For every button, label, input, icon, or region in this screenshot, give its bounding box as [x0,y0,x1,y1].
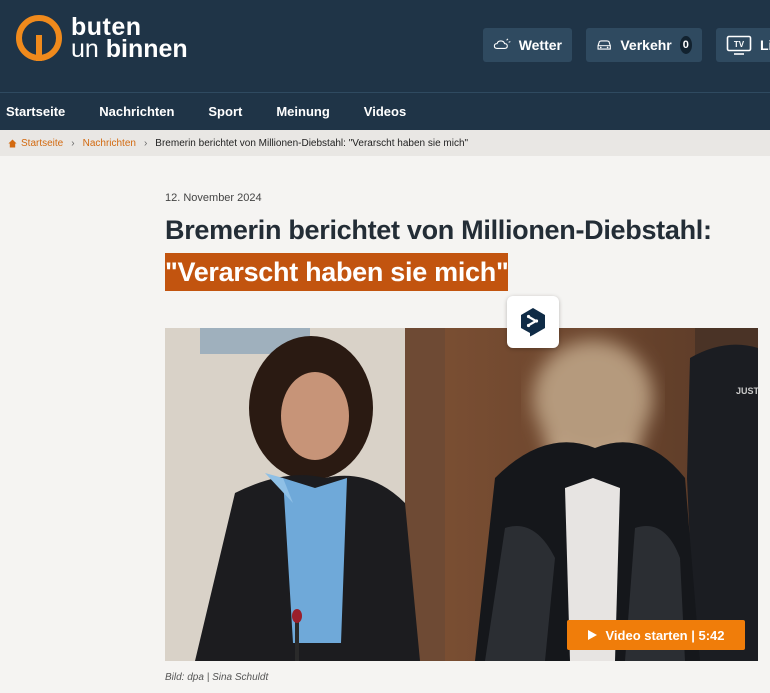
logo-line2: un binnen [71,35,188,63]
weather-button[interactable]: Wetter [483,28,572,62]
traffic-count-badge: 0 [679,36,692,54]
chevron-right-icon: › [143,137,148,149]
play-icon [587,630,597,640]
traffic-button[interactable]: Verkehr 0 [586,28,702,62]
home-icon[interactable] [8,138,17,148]
live-label: Li [760,37,770,53]
live-button[interactable]: TV Li [716,28,770,62]
breadcrumb-nachrichten[interactable]: Nachrichten [83,138,136,149]
breadcrumb-startseite[interactable]: Startseite [21,138,63,149]
nav-item-startseite[interactable]: Startseite [6,104,65,119]
video-start-label: Video starten | 5:42 [605,627,725,643]
nav-item-meinung[interactable]: Meinung [276,104,329,119]
weather-label: Wetter [518,37,562,53]
traffic-label: Verkehr [620,37,672,53]
breadcrumb-current: Bremerin berichtet von Millionen-Diebsta… [155,137,469,149]
nav-item-nachrichten[interactable]: Nachrichten [99,104,174,119]
weather-icon [493,38,511,49]
car-icon [597,40,611,50]
video-start-button[interactable]: Video starten | 5:42 [567,620,745,650]
svg-text:TV: TV [734,40,745,49]
main-nav: Startseite Nachrichten Sport Meinung Vid… [0,92,770,130]
translate-extension-button[interactable] [507,296,559,348]
site-header: buten un binnen Wetter Verkehr 0 TV Li [0,0,770,92]
breadcrumb: Startseite › Nachrichten › Bremerin beri… [0,130,770,156]
tv-icon: TV [726,35,752,55]
article-title: Bremerin berichtet von Millionen-Diebsta… [165,215,712,245]
photo-caption: Bild: dpa | Sina Schuldt [165,672,269,683]
article-photo[interactable]: JUSTI [165,328,758,661]
site-logo[interactable]: buten un binnen [16,15,188,63]
chevron-right-icon: › [71,137,75,149]
logo-mark-icon [16,15,62,61]
logo-wordmark: buten un binnen [71,15,188,63]
svg-text:JUSTI: JUSTI [736,386,758,396]
article-date: 12. November 2024 [165,192,262,204]
article-title-highlight: "Verarscht haben sie mich" [165,253,509,291]
nav-item-sport[interactable]: Sport [208,104,242,119]
nav-item-videos[interactable]: Videos [364,104,406,119]
courtroom-photo: JUSTI [165,328,758,661]
deepl-icon [521,308,545,337]
